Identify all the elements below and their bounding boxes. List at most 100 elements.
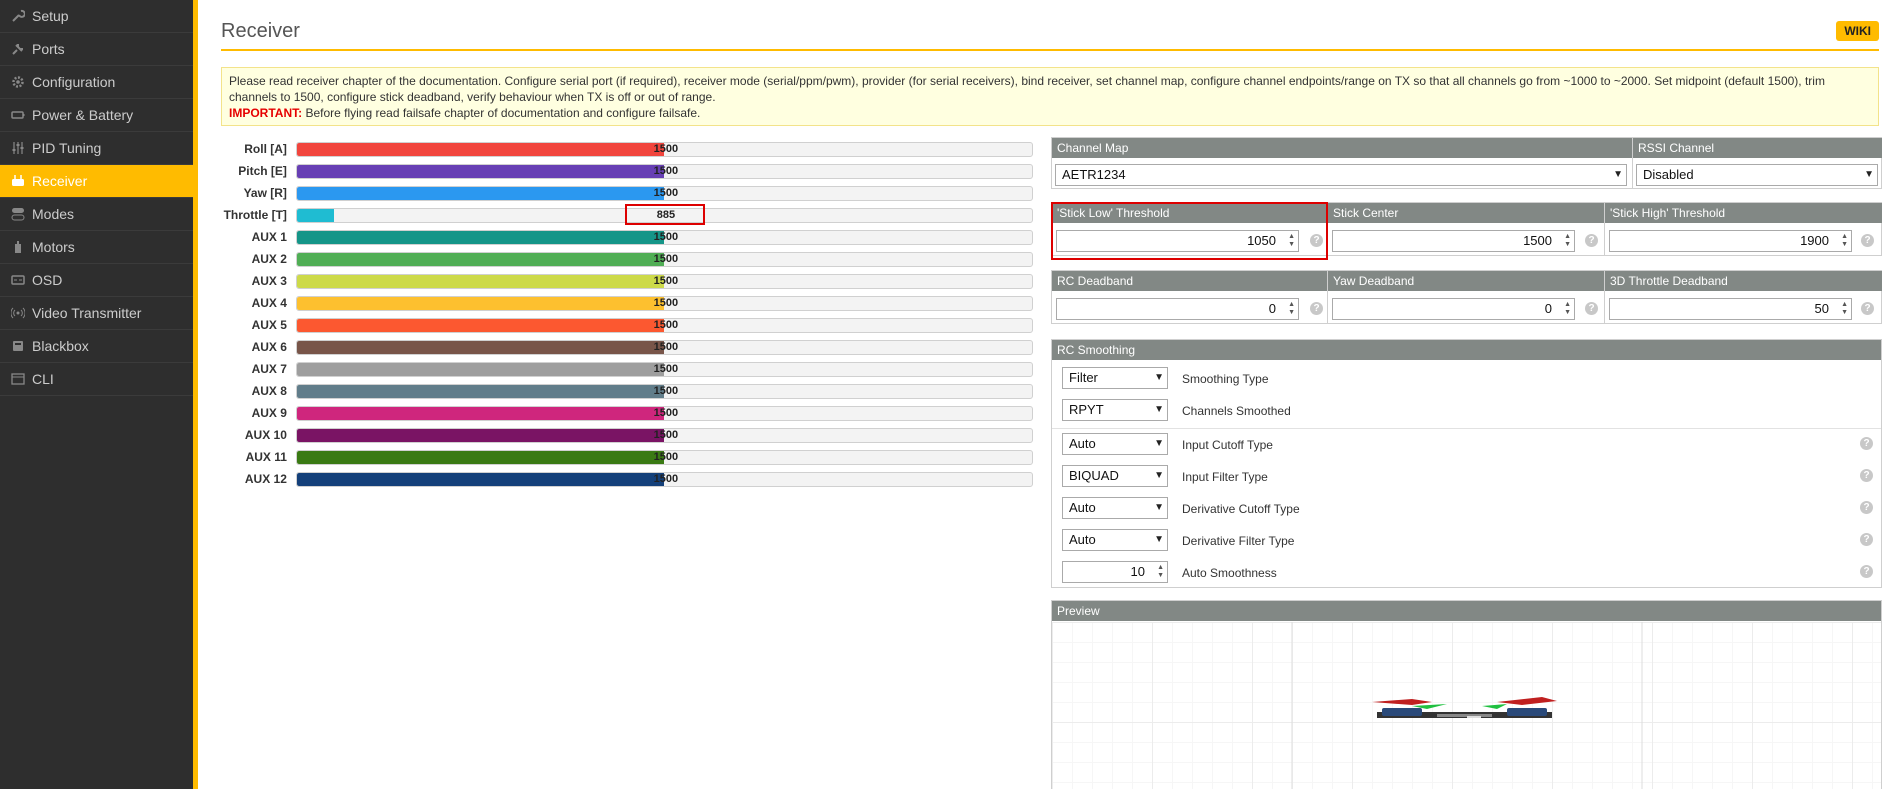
- stick-center-input[interactable]: 1500 ▲ ▼: [1332, 230, 1575, 252]
- smoothing-type-value: Filter: [1069, 370, 1098, 385]
- rc-deadband-input[interactable]: 0 ▲ ▼: [1056, 298, 1299, 320]
- yaw-deadband-input[interactable]: 0 ▲ ▼: [1332, 298, 1575, 320]
- channel-row-throttle: Throttle [T] 885: [221, 204, 1033, 226]
- channel-row-pitch: Pitch [E] 1500: [221, 160, 1033, 182]
- help-icon[interactable]: ?: [1860, 501, 1873, 514]
- derivative-filter-type-label: Derivative Filter Type: [1182, 534, 1295, 548]
- spinner-icon[interactable]: ▲ ▼: [1564, 301, 1571, 317]
- input-cutoff-type-label: Input Cutoff Type: [1182, 438, 1273, 452]
- channel-map-input[interactable]: AETR1234 ▼: [1055, 164, 1627, 186]
- dropdown-arrow-icon: ▼: [1613, 169, 1623, 180]
- channel-label: AUX 11: [245, 450, 287, 464]
- help-icon[interactable]: ?: [1585, 234, 1598, 247]
- sidebar-item-osd[interactable]: OSD: [0, 264, 193, 297]
- sidebar-item-label: Setup: [32, 8, 69, 24]
- channel-row-aux9: AUX 9 1500: [221, 402, 1033, 424]
- channel-label: AUX 1: [251, 230, 287, 244]
- sidebar-item-label: PID Tuning: [32, 140, 102, 156]
- help-icon[interactable]: ?: [1860, 469, 1873, 482]
- note-text: Please read receiver chapter of the docu…: [229, 74, 1825, 104]
- help-icon[interactable]: ?: [1861, 234, 1874, 247]
- channel-value: 1500: [653, 450, 679, 463]
- wiki-button[interactable]: WIKI: [1836, 21, 1879, 41]
- spinner-icon[interactable]: ▲ ▼: [1841, 301, 1848, 317]
- info-note: Please read receiver chapter of the docu…: [221, 67, 1879, 126]
- channel-value: 1500: [653, 186, 679, 199]
- stick-center-label: Stick Center: [1328, 203, 1604, 223]
- auto-smoothness-value: 10: [1130, 564, 1145, 579]
- channel-label: Roll [A]: [244, 142, 287, 156]
- channel-label: AUX 4: [251, 296, 287, 310]
- help-icon[interactable]: ?: [1310, 302, 1323, 315]
- channel-value: 1500: [653, 340, 679, 353]
- input-filter-type-select[interactable]: BIQUAD ▼: [1062, 465, 1168, 487]
- channel-row-aux2: AUX 2 1500: [221, 248, 1033, 270]
- spinner-icon[interactable]: ▲ ▼: [1564, 233, 1571, 249]
- channel-bar: 1500: [295, 405, 1033, 421]
- help-icon[interactable]: ?: [1861, 302, 1874, 315]
- channel-bar: 1500: [295, 449, 1033, 465]
- spinner-icon[interactable]: ▲ ▼: [1157, 564, 1164, 580]
- input-cutoff-type-select[interactable]: Auto ▼: [1062, 433, 1168, 455]
- battery-icon: [10, 107, 26, 123]
- sidebar-item-label: Blackbox: [32, 338, 89, 354]
- channel-bar: 1500: [295, 229, 1033, 245]
- channel-value: 1500: [653, 362, 679, 375]
- channel-bar: 1500: [295, 273, 1033, 289]
- channel-value: 1500: [653, 472, 679, 485]
- stick-center-cell: Stick Center 1500 ▲ ▼ ?: [1327, 203, 1604, 255]
- channel-bar: 1500: [295, 339, 1033, 355]
- throttle3d-deadband-input[interactable]: 50 ▲ ▼: [1609, 298, 1852, 320]
- derivative-cutoff-type-value: Auto: [1069, 500, 1096, 515]
- derivative-cutoff-type-label: Derivative Cutoff Type: [1182, 502, 1300, 516]
- sidebar-item-pid-tuning[interactable]: PID Tuning: [0, 132, 193, 165]
- rssi-channel-select[interactable]: Disabled ▼: [1636, 164, 1878, 186]
- channel-label: AUX 7: [251, 362, 287, 376]
- plug-icon: [10, 41, 26, 57]
- channel-row-yaw: Yaw [R] 1500: [221, 182, 1033, 204]
- sidebar-item-blackbox[interactable]: Blackbox: [0, 330, 193, 363]
- derivative-cutoff-type-select[interactable]: Auto ▼: [1062, 497, 1168, 519]
- yaw-deadband-label: Yaw Deadband: [1328, 271, 1604, 291]
- preview-title: Preview: [1052, 601, 1881, 621]
- channel-bar: 1500: [295, 295, 1033, 311]
- channel-row-aux11: AUX 11 1500: [221, 446, 1033, 468]
- sidebar-item-motors[interactable]: Motors: [0, 231, 193, 264]
- channel-label: AUX 12: [244, 472, 287, 486]
- dropdown-arrow-icon: ▼: [1154, 438, 1164, 449]
- help-icon[interactable]: ?: [1860, 533, 1873, 546]
- sidebar-item-modes[interactable]: Modes: [0, 198, 193, 231]
- sliders-icon: [10, 140, 26, 156]
- auto-smoothness-input[interactable]: 10 ▲ ▼: [1062, 561, 1168, 583]
- channel-value: 1500: [653, 274, 679, 287]
- channel-label: AUX 6: [251, 340, 287, 354]
- spinner-icon[interactable]: ▲ ▼: [1841, 233, 1848, 249]
- sidebar-item-receiver[interactable]: Receiver: [0, 165, 193, 198]
- main-content: Receiver WIKI Please read receiver chapt…: [203, 0, 1895, 789]
- note-important-label: IMPORTANT:: [229, 106, 303, 120]
- channel-value: 1500: [653, 318, 679, 331]
- deadband-panel: RC Deadband 0 ▲ ▼ ? Yaw Deadband 0 ▲ ▼ ? 3D …: [1051, 270, 1882, 324]
- sidebar-item-setup[interactable]: Setup: [0, 0, 193, 33]
- spinner-icon[interactable]: ▲ ▼: [1288, 301, 1295, 317]
- dropdown-arrow-icon: ▼: [1864, 169, 1874, 180]
- preview-canvas[interactable]: [1052, 622, 1881, 789]
- channel-label: AUX 9: [251, 406, 287, 420]
- channel-value: 1500: [653, 428, 679, 441]
- sidebar-item-cli[interactable]: CLI: [0, 363, 193, 396]
- sidebar-item-configuration[interactable]: Configuration: [0, 66, 193, 99]
- auto-smoothness-label: Auto Smoothness: [1182, 566, 1277, 580]
- smoothing-type-select[interactable]: Filter ▼: [1062, 367, 1168, 389]
- help-icon[interactable]: ?: [1585, 302, 1598, 315]
- stick-high-input[interactable]: 1900 ▲ ▼: [1609, 230, 1852, 252]
- sidebar-item-video-transmitter[interactable]: Video Transmitter: [0, 297, 193, 330]
- sidebar-item-power-battery[interactable]: Power & Battery: [0, 99, 193, 132]
- sidebar-item-ports[interactable]: Ports: [0, 33, 193, 66]
- stick-high-value: 1900: [1800, 233, 1829, 248]
- derivative-filter-type-select[interactable]: Auto ▼: [1062, 529, 1168, 551]
- sidebar-item-label: Ports: [32, 41, 65, 57]
- channels-smoothed-select[interactable]: RPYT ▼: [1062, 399, 1168, 421]
- help-icon[interactable]: ?: [1860, 565, 1873, 578]
- smoothing-type-label: Smoothing Type: [1182, 372, 1269, 386]
- help-icon[interactable]: ?: [1860, 437, 1873, 450]
